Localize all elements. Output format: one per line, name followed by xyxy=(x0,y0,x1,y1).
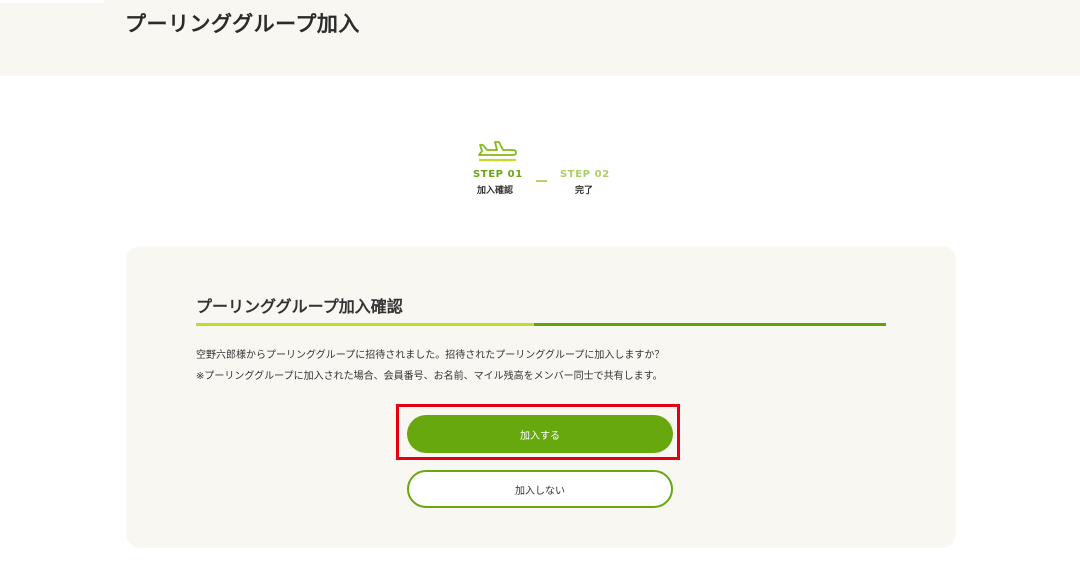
step-2-label: 完了 xyxy=(575,186,594,196)
step-2-number: STEP 02 xyxy=(560,169,610,180)
join-button[interactable]: 加入する xyxy=(407,415,673,453)
header-notch xyxy=(0,0,104,3)
airplane-icon xyxy=(478,141,517,162)
decline-button[interactable]: 加入しない xyxy=(407,470,673,508)
step-1-label: 加入確認 xyxy=(477,186,514,196)
title-underline xyxy=(196,323,886,326)
stepper: STEP 01 加入確認 STEP 02 完了 xyxy=(460,138,620,208)
confirmation-card: プーリンググループ加入確認 空野六郎様からプーリンググループに招待されました。招… xyxy=(126,246,956,548)
step-1-number: STEP 01 xyxy=(473,169,523,180)
card-title: プーリンググループ加入確認 xyxy=(196,297,403,316)
header-band: プーリンググループ加入 xyxy=(0,0,1080,76)
step-connector xyxy=(536,180,547,182)
invitation-message: 空野六郎様からプーリンググループに招待されました。招待されたプーリンググループに… xyxy=(196,350,665,361)
sharing-notice: ※プーリンググループに加入された場合、会員番号、お名前、マイル残高をメンバー同士… xyxy=(196,371,663,382)
page-title: プーリンググループ加入 xyxy=(125,12,360,36)
